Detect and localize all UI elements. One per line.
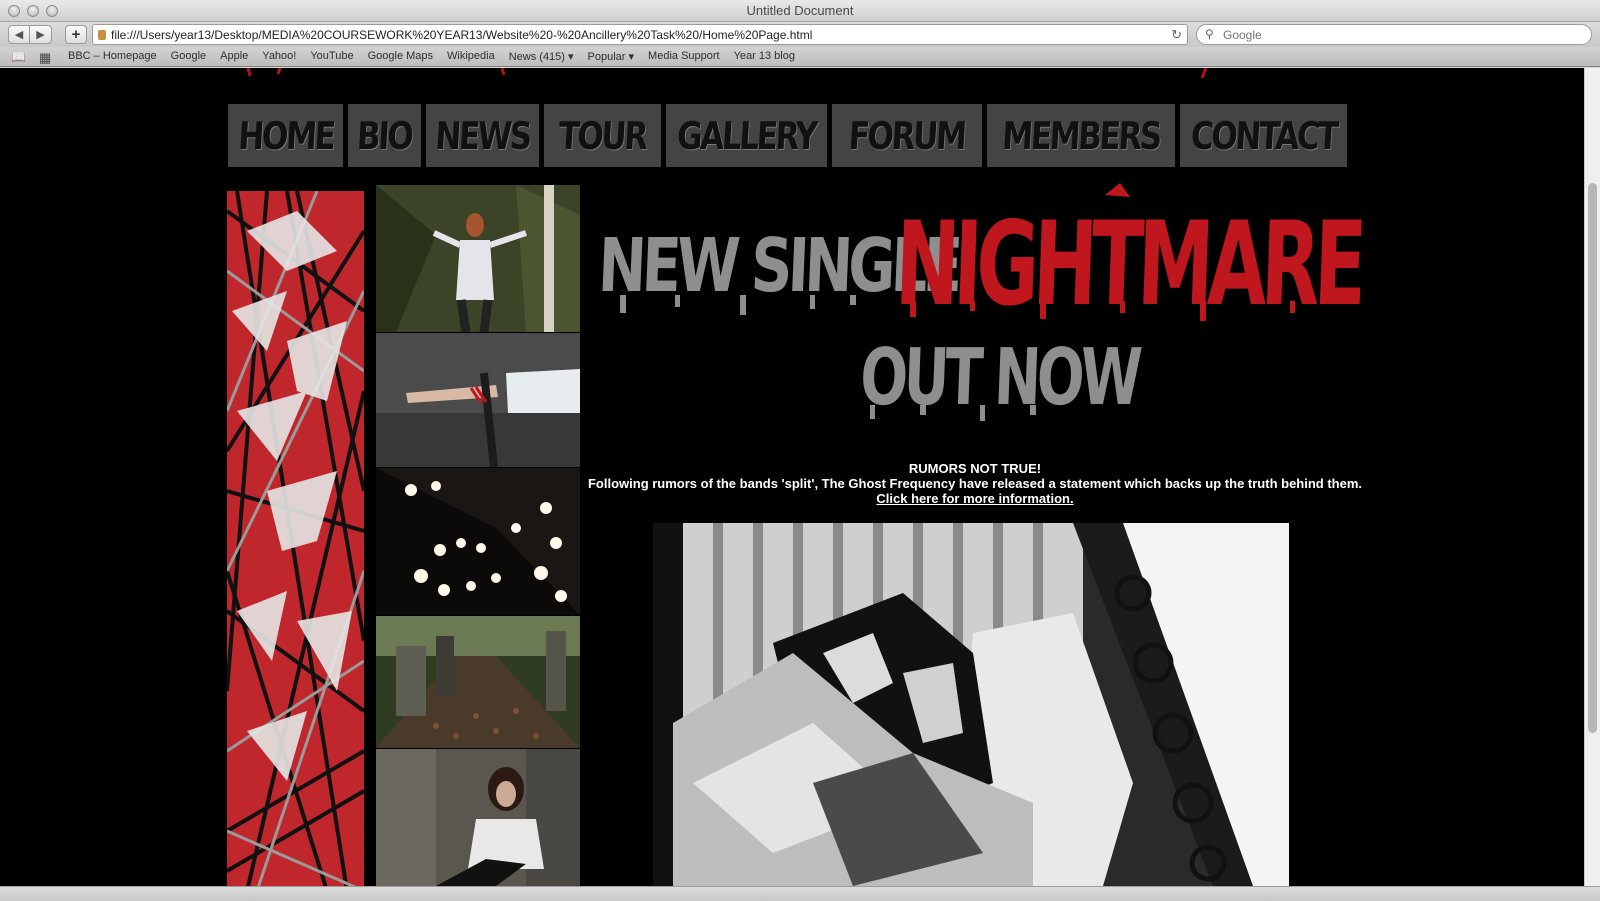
- bookmark-item[interactable]: Popular ▾: [588, 50, 635, 63]
- search-icon: ⚲: [1205, 27, 1214, 41]
- abstract-art-panel: [227, 191, 364, 886]
- status-bar: [0, 886, 1600, 901]
- forward-arrow-icon[interactable]: ▶: [30, 25, 52, 44]
- nav-label: TOUR: [557, 113, 648, 158]
- bookmark-item[interactable]: Google Maps: [368, 50, 433, 63]
- single-announcement: NEW SINGLE NIGHTMARE OUT NOW: [596, 183, 1363, 423]
- photo-woman-in-woods: [376, 185, 580, 332]
- bookmarks-bar: 📖 ▦ BBC – Homepage Google Apple Yahoo! Y…: [0, 47, 1600, 67]
- bookmark-item[interactable]: Wikipedia: [447, 50, 495, 63]
- photo-girl-sitting: [376, 749, 580, 886]
- nav-contact[interactable]: CONTACT: [1180, 104, 1347, 167]
- window-title: Untitled Document: [746, 3, 854, 18]
- file-icon: [98, 30, 106, 40]
- url-text[interactable]: file:///Users/year13/Desktop/MEDIA%20COU…: [111, 28, 812, 42]
- photo-knife-wrist: [376, 333, 580, 467]
- nav-label: FORUM: [847, 113, 967, 158]
- nav-home[interactable]: HOME: [228, 104, 343, 167]
- header-decoration: [246, 68, 1208, 78]
- plus-icon[interactable]: +: [65, 25, 87, 44]
- search-field[interactable]: ⚲: [1196, 24, 1592, 45]
- address-bar[interactable]: file:///Users/year13/Desktop/MEDIA%20COU…: [92, 24, 1188, 45]
- nav-news[interactable]: NEWS: [426, 104, 539, 167]
- nav-label: MEMBERS: [1000, 113, 1162, 158]
- bookmark-item[interactable]: Year 13 blog: [734, 50, 795, 63]
- nav-label: HOME: [236, 113, 335, 158]
- nav-label: BIO: [356, 113, 413, 158]
- browser-toolbar: ◀ ▶ + file:///Users/year13/Desktop/MEDIA…: [0, 22, 1600, 47]
- back-arrow-icon[interactable]: ◀: [8, 25, 30, 44]
- window-titlebar: Untitled Document: [0, 0, 1600, 22]
- nav-label: GALLERY: [676, 113, 817, 158]
- bookmark-list: BBC – Homepage Google Apple Yahoo! YouTu…: [68, 50, 795, 63]
- bookmark-item[interactable]: BBC – Homepage: [68, 50, 157, 63]
- bookmark-item[interactable]: Yahoo!: [262, 50, 296, 63]
- candles-image: [376, 468, 580, 615]
- bookmark-item[interactable]: Media Support: [648, 50, 720, 63]
- main-photo-bed: [653, 523, 1289, 886]
- photo-candles: [376, 468, 580, 615]
- search-input[interactable]: [1223, 27, 1583, 43]
- nav-forum[interactable]: FORUM: [832, 104, 982, 167]
- news-body: Following rumors of the bands 'split', T…: [587, 476, 1363, 491]
- bookmark-item[interactable]: YouTube: [310, 50, 353, 63]
- nav-bio[interactable]: BIO: [348, 104, 421, 167]
- news-heading: RUMORS NOT TRUE!: [908, 461, 1042, 476]
- page-viewport: HOME BIO NEWS TOUR GALLERY FORUM MEMBERS…: [0, 68, 1584, 886]
- bookmark-item[interactable]: Apple: [220, 50, 248, 63]
- nav-label: CONTACT: [1189, 113, 1338, 158]
- bookmark-item[interactable]: News (415) ▾: [509, 50, 574, 63]
- photo-graveyard: [376, 616, 580, 748]
- abstract-lines: [227, 191, 364, 886]
- nav-members[interactable]: MEMBERS: [987, 104, 1175, 167]
- vertical-scrollbar[interactable]: [1584, 68, 1600, 886]
- news-block: RUMORS NOT TRUE! Following rumors of the…: [580, 461, 1370, 506]
- main-nav: HOME BIO NEWS TOUR GALLERY FORUM MEMBERS…: [228, 104, 1347, 167]
- reload-icon[interactable]: ↻: [1171, 27, 1182, 43]
- grid-icon[interactable]: ▦: [39, 50, 51, 66]
- reading-list-icon[interactable]: 📖: [11, 50, 26, 64]
- more-info-link[interactable]: Click here for more information.: [876, 491, 1073, 506]
- nav-tour[interactable]: TOUR: [544, 104, 661, 167]
- drip-decoration: [620, 183, 1295, 421]
- bookmark-item[interactable]: Google: [171, 50, 206, 63]
- nav-gallery[interactable]: GALLERY: [666, 104, 827, 167]
- scroll-thumb[interactable]: [1588, 183, 1597, 733]
- nav-label: NEWS: [434, 113, 531, 158]
